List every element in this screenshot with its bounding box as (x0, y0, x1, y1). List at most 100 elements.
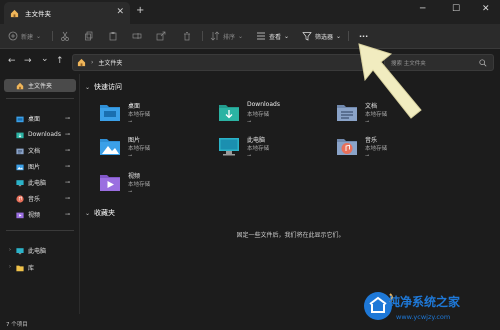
sidebar-item-library[interactable]: › 库 (4, 261, 76, 274)
videos-folder-icon (100, 175, 120, 191)
new-button[interactable]: 新建 ⌄ (8, 30, 41, 42)
sidebar-item-label: 主文件夹 (28, 83, 53, 90)
pin-icon: ⊸ (128, 189, 133, 195)
address-bar[interactable]: › 主文件夹 ⌄ (72, 54, 372, 71)
back-button[interactable]: ← (8, 56, 16, 66)
downloads-folder-icon (219, 105, 239, 121)
sidebar-divider (6, 230, 74, 231)
toolbar-divider (52, 31, 53, 41)
pin-icon: ⊸ (64, 195, 70, 202)
filter-icon (302, 32, 312, 41)
pin-icon: ⊸ (128, 153, 133, 159)
toolbar-divider (348, 31, 349, 41)
item-name: 图片 (128, 137, 141, 144)
sidebar-item-this-pc[interactable]: 此电脑 ⊸ (4, 176, 76, 189)
sidebar-item-pictures[interactable]: 图片 ⊸ (4, 160, 76, 173)
quick-access-item-this-pc[interactable]: 此电脑 本地存储 ⊸ (218, 134, 328, 166)
home-icon (16, 82, 24, 89)
item-name: 音乐 (365, 137, 378, 144)
sidebar-item-home[interactable]: 主文件夹 (4, 79, 76, 92)
share-button[interactable] (156, 30, 166, 42)
section-title: 收藏夹 (94, 209, 116, 217)
item-location: 本地存储 (128, 112, 151, 118)
chevron-right-icon[interactable]: › (9, 247, 11, 253)
pin-icon: ⊸ (64, 147, 70, 154)
sidebar-item-this-pc-tree[interactable]: › 此电脑 (4, 244, 76, 257)
sidebar-item-label: 图片 (28, 164, 41, 171)
sort-button[interactable]: 排序 ⌄ (210, 30, 243, 42)
search-icon (479, 58, 487, 66)
quick-access-item-music[interactable]: 音乐 本地存储 ⊸ (336, 134, 446, 166)
pin-icon: ⊸ (128, 119, 133, 125)
cut-button[interactable] (60, 30, 70, 42)
up-button[interactable]: ↑ (56, 56, 64, 66)
paste-button[interactable] (108, 30, 118, 42)
music-folder-icon (16, 194, 24, 203)
more-label: ··· (359, 31, 369, 41)
copy-icon (85, 31, 93, 41)
tab-home[interactable]: 主文件夹 ✕ (4, 2, 130, 24)
item-count: 7 个项目 (6, 322, 28, 328)
content-area: ⌄ 快速访问 桌面 本地存储 ⊸ Downloads 本地存储 ⊸ 文档 本地存… (81, 74, 500, 314)
tab-title: 主文件夹 (25, 10, 51, 18)
toolbar-divider (202, 31, 203, 41)
pin-icon: ⊸ (64, 131, 70, 138)
breadcrumb-separator: › (91, 59, 94, 66)
minimize-button[interactable]: ─ (420, 4, 425, 14)
item-name: Downloads (247, 101, 280, 108)
quick-access-item-downloads[interactable]: Downloads 本地存储 ⊸ (218, 100, 328, 132)
quick-access-item-videos[interactable]: 视频 本地存储 ⊸ (99, 170, 209, 202)
filter-button[interactable]: 筛选器 ⌄ (302, 30, 341, 42)
watermark-url: www.ycwjzy.com (396, 313, 451, 321)
sidebar-item-label: 此电脑 (28, 180, 47, 187)
home-icon (10, 9, 19, 17)
desktop-folder-icon (16, 116, 24, 122)
sidebar-item-desktop[interactable]: 桌面 ⊸ (4, 112, 76, 125)
scissors-icon (61, 31, 69, 41)
navigation-pane: 主文件夹 桌面 ⊸ Downloads ⊸ 文档 ⊸ 图片 ⊸ 此电脑 ⊸ 音乐… (0, 74, 80, 314)
desktop-folder-icon (100, 105, 120, 121)
sidebar-item-videos[interactable]: 视频 ⊸ (4, 208, 76, 221)
quick-access-header[interactable]: ⌄ 快速访问 (85, 82, 122, 92)
close-window-button[interactable]: ✕ (482, 4, 490, 14)
downloads-folder-icon (16, 132, 24, 138)
pictures-folder-icon (100, 139, 120, 155)
sidebar-item-label: 文档 (28, 148, 41, 155)
section-title: 快速访问 (94, 83, 123, 91)
recent-locations-button[interactable]: ⌄ (41, 54, 49, 64)
sort-icon (210, 31, 220, 41)
this-pc-icon (16, 247, 24, 254)
delete-button[interactable] (182, 30, 192, 42)
favorites-header[interactable]: ⌄ 收藏夹 (85, 208, 115, 218)
library-folder-icon (16, 265, 24, 271)
sidebar-item-downloads[interactable]: Downloads ⊸ (4, 128, 76, 141)
view-icon (257, 32, 265, 40)
sidebar-item-label: 桌面 (28, 116, 41, 123)
quick-access-item-pictures[interactable]: 图片 本地存储 ⊸ (99, 134, 209, 166)
forward-button[interactable]: → (24, 56, 32, 66)
view-button[interactable]: 查看 ⌄ (256, 30, 289, 42)
navigation-bar: ← → ⌄ ↑ › 主文件夹 ⌄ 搜索 主文件夹 (0, 50, 500, 74)
pin-icon: ⊸ (64, 115, 70, 122)
rename-button[interactable] (132, 30, 142, 42)
item-name: 桌面 (128, 103, 141, 110)
annotation-arrow-icon (358, 43, 422, 119)
item-location: 本地存储 (128, 146, 151, 152)
copy-button[interactable] (84, 30, 94, 42)
paste-icon (109, 32, 117, 41)
maximize-button[interactable]: ☐ (452, 4, 460, 14)
sidebar-item-music[interactable]: 音乐 ⊸ (4, 192, 76, 205)
breadcrumb-item[interactable]: 主文件夹 (98, 58, 122, 67)
tab-close-button[interactable]: ✕ (116, 7, 124, 17)
new-tab-button[interactable]: + (136, 5, 144, 16)
pin-icon: ⊸ (64, 179, 70, 186)
favorites-empty-message: 固定一些文件后，我们将在此显示它们。 (236, 232, 345, 239)
item-location: 本地存储 (128, 182, 151, 188)
quick-access-item-desktop[interactable]: 桌面 本地存储 ⊸ (99, 100, 209, 132)
chevron-right-icon[interactable]: › (9, 264, 11, 270)
more-options-button[interactable]: ··· (356, 30, 368, 42)
trash-icon (184, 32, 190, 41)
this-pc-icon (219, 138, 239, 156)
plus-circle-icon (8, 31, 18, 41)
sidebar-item-documents[interactable]: 文档 ⊸ (4, 144, 76, 157)
